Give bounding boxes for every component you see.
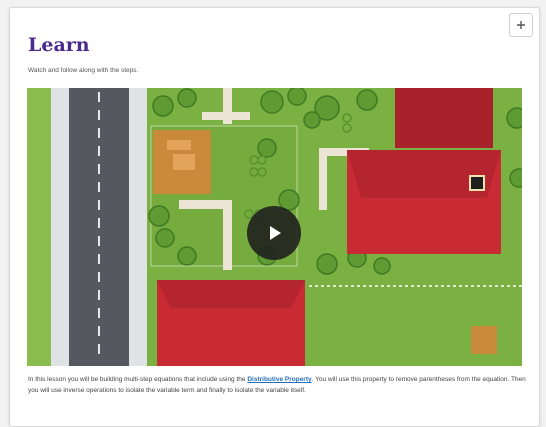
video-player[interactable] — [27, 88, 522, 366]
lesson-card: Learn Watch and follow along with the st… — [9, 7, 540, 427]
lesson-text-intro: In this lesson you will be building mult… — [28, 376, 248, 383]
page-title: Learn — [28, 34, 90, 56]
distributive-property-link[interactable]: Distributive Property — [247, 376, 311, 383]
instructions-text: Watch and follow along with the steps. — [28, 67, 139, 74]
play-icon — [270, 226, 281, 240]
expand-button[interactable] — [509, 13, 533, 37]
plus-icon — [517, 21, 525, 29]
play-button[interactable] — [247, 206, 301, 260]
lesson-description: In this lesson you will be building mult… — [28, 374, 528, 396]
